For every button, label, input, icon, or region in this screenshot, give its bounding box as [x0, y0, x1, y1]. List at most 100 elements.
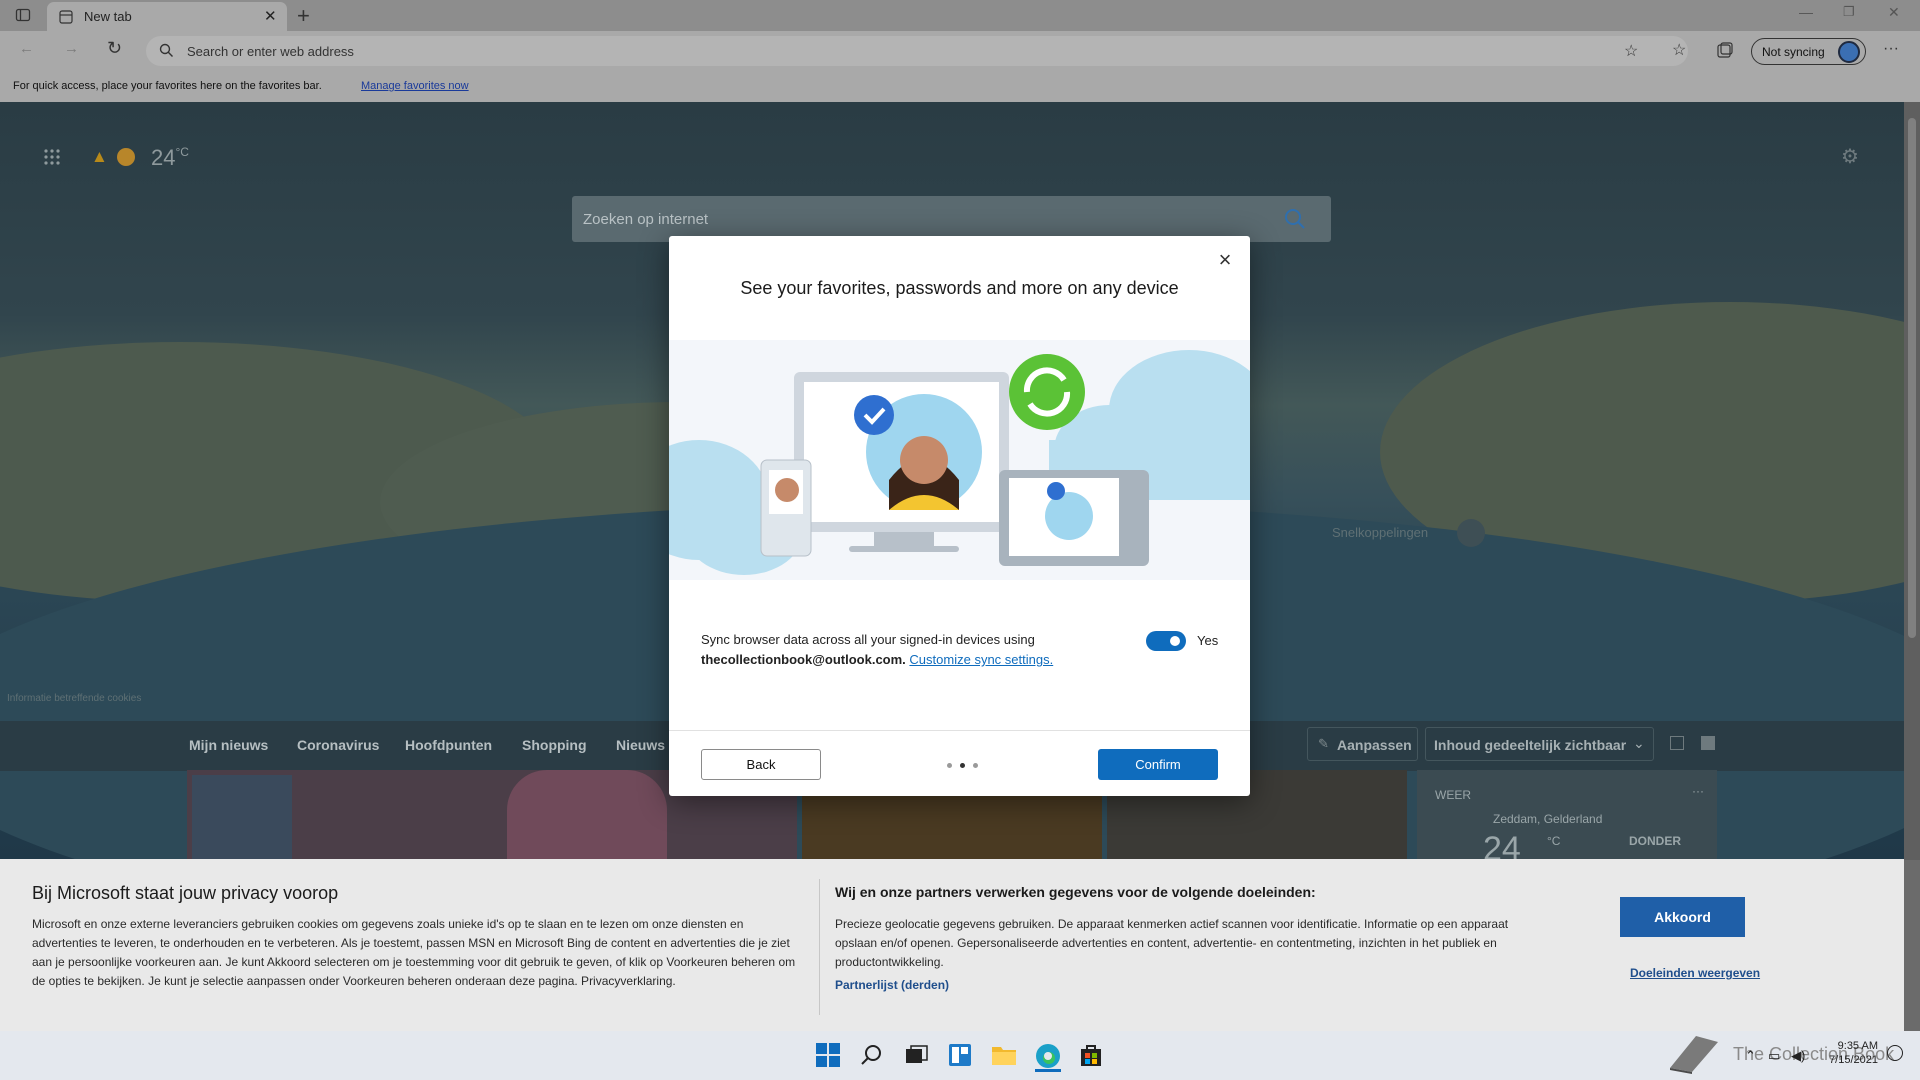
customize-sync-link[interactable]: Customize sync settings. [909, 652, 1053, 667]
weather-card-location[interactable]: Zeddam, Gelderland [1493, 812, 1602, 826]
privacy-heading: Bij Microsoft staat jouw privacy voorop [32, 883, 339, 903]
web-search-icon[interactable] [1284, 208, 1306, 233]
forward-arrow-icon[interactable]: → [64, 40, 79, 57]
notifications-icon[interactable] [1887, 1045, 1903, 1061]
sync-illustration [669, 340, 1250, 580]
more-menu-icon[interactable]: ··· [1883, 40, 1899, 58]
weather-card-alert: DONDER [1629, 834, 1682, 848]
weather-card-unit: °C [1547, 834, 1561, 848]
tab-actions-icon[interactable] [15, 7, 31, 27]
favorites-bar-message: For quick access, place your favorites h… [13, 80, 322, 92]
tab-strip [0, 0, 1920, 31]
customize-button[interactable]: ✎ Aanpassen [1307, 727, 1418, 761]
person-avatar-medium [1045, 492, 1093, 540]
address-bar[interactable]: Search or enter web address ☆ [146, 36, 1688, 66]
privacy-divider [819, 879, 820, 1015]
tab-title: New tab [84, 9, 132, 24]
weather-temperature[interactable]: 24°C [151, 145, 189, 171]
tab-new-tab[interactable]: New tab ✕ [47, 2, 287, 31]
sync-toggle-label: Yes [1197, 633, 1219, 648]
task-view-icon[interactable] [904, 1043, 930, 1069]
back-button[interactable]: Back [701, 749, 821, 780]
clock-date: 7/15/2021 [1829, 1054, 1878, 1066]
list-layout-icon[interactable] [1701, 736, 1715, 750]
quick-links-label[interactable]: Snelkoppelingen [1332, 525, 1428, 540]
quick-links-chevron-icon[interactable] [1457, 519, 1485, 547]
close-tab-icon[interactable]: ✕ [264, 7, 277, 25]
sync-toggle[interactable] [1146, 631, 1186, 651]
weather-card-heading: WEER [1435, 788, 1471, 802]
privacy-body: Microsoft en onze externe leveranciers g… [32, 917, 796, 988]
volume-icon[interactable]: ◀) [1791, 1048, 1805, 1064]
chevron-down-icon: ⌄ [1633, 735, 1645, 751]
check-badge-icon [854, 395, 894, 435]
close-window-icon[interactable]: ✕ [1888, 4, 1900, 21]
feed-tab[interactable]: Hoofdpunten [405, 737, 492, 753]
book-logo-icon [1666, 1028, 1720, 1074]
widgets-icon[interactable] [948, 1043, 974, 1069]
monitor-stand [874, 532, 934, 548]
weather-temp-unit: °C [175, 145, 189, 159]
sun-icon [117, 148, 135, 166]
sync-status-label: Not syncing [1762, 45, 1825, 59]
content-visibility-label: Inhoud gedeeltelijk zichtbaar [1434, 737, 1627, 753]
show-purposes-link[interactable]: Doeleinden weergeven [1630, 966, 1760, 980]
minimize-icon[interactable]: — [1799, 4, 1813, 20]
account-email: thecollectionbook@outlook.com. [701, 652, 906, 667]
step-indicator-dot [947, 763, 952, 768]
feed-tab[interactable]: Coronavirus [297, 737, 379, 753]
favorites-icon[interactable]: ☆ [1672, 40, 1686, 60]
back-arrow-icon[interactable]: ← [19, 40, 34, 57]
file-explorer-icon[interactable] [991, 1043, 1017, 1069]
manage-favorites-link[interactable]: Manage favorites now [361, 80, 469, 92]
sync-dialog: × See your favorites, passwords and more… [669, 236, 1250, 796]
new-tab-button[interactable]: + [297, 3, 310, 29]
address-placeholder: Search or enter web address [187, 44, 354, 59]
search-taskbar-icon[interactable] [860, 1043, 886, 1069]
customize-label: Aanpassen [1337, 737, 1412, 753]
partner-list-link[interactable]: Partnerlijst (derden) [835, 978, 949, 992]
microsoft-store-icon[interactable] [1079, 1043, 1105, 1069]
dialog-title: See your favorites, passwords and more o… [740, 278, 1179, 298]
accept-button[interactable]: Akkoord [1620, 897, 1745, 937]
profile-button[interactable]: Not syncing [1751, 38, 1866, 65]
pencil-icon: ✎ [1318, 736, 1329, 751]
monitor-base [849, 546, 959, 552]
page-settings-gear-icon[interactable]: ⚙ [1841, 144, 1859, 169]
start-windows-icon[interactable] [816, 1043, 842, 1069]
feed-tab[interactable]: Nieuws [616, 737, 665, 753]
add-favorite-star-icon[interactable]: ☆ [1624, 41, 1638, 61]
refresh-icon[interactable]: ↻ [107, 38, 122, 59]
confirm-button[interactable]: Confirm [1098, 749, 1218, 780]
collections-icon[interactable] [1717, 42, 1733, 61]
close-icon[interactable]: × [1215, 249, 1235, 271]
scrollbar-thumb[interactable] [1908, 118, 1916, 638]
chevron-up-icon[interactable]: ⌃ [1745, 1048, 1756, 1064]
apps-launcher-icon[interactable] [43, 148, 61, 169]
purposes-body: Precieze geolocatie gegevens gebruiken. … [835, 917, 1509, 969]
search-icon [159, 43, 174, 61]
web-search-placeholder: Zoeken op internet [583, 211, 709, 228]
feed-tab[interactable]: Mijn nieuws [189, 737, 268, 753]
sync-refresh-icon [1009, 354, 1085, 430]
dialog-divider [669, 730, 1250, 731]
grid-layout-icon[interactable] [1670, 736, 1684, 750]
step-indicator-dot [973, 763, 978, 768]
weather-card-more-icon[interactable]: ··· [1692, 784, 1704, 798]
feed-tab[interactable]: Shopping [522, 737, 587, 753]
weather-temp-value: 24 [151, 145, 176, 170]
content-visibility-dropdown[interactable]: Inhoud gedeeltelijk zichtbaar ⌄ [1425, 727, 1654, 761]
step-indicator-dot-active [960, 763, 965, 768]
avatar [1838, 41, 1860, 63]
new-tab-page-icon [59, 10, 73, 27]
restore-icon[interactable]: ❐ [1843, 4, 1855, 20]
network-icon[interactable]: ▭ [1768, 1048, 1780, 1064]
sync-description-text: Sync browser data across all your signed… [701, 632, 1035, 647]
edge-browser-icon[interactable] [1035, 1043, 1061, 1072]
clock-time: 9:35 AM [1837, 1040, 1878, 1052]
weather-card[interactable]: WEER ··· Zeddam, Gelderland 24 °C DONDER [1417, 770, 1717, 868]
cookie-info-link[interactable]: Informatie betreffende cookies [7, 693, 141, 704]
toggle-knob [1170, 636, 1180, 646]
news-image [192, 775, 292, 860]
taskbar-clock[interactable]: 9:35 AM 7/15/2021 [1818, 1039, 1878, 1067]
